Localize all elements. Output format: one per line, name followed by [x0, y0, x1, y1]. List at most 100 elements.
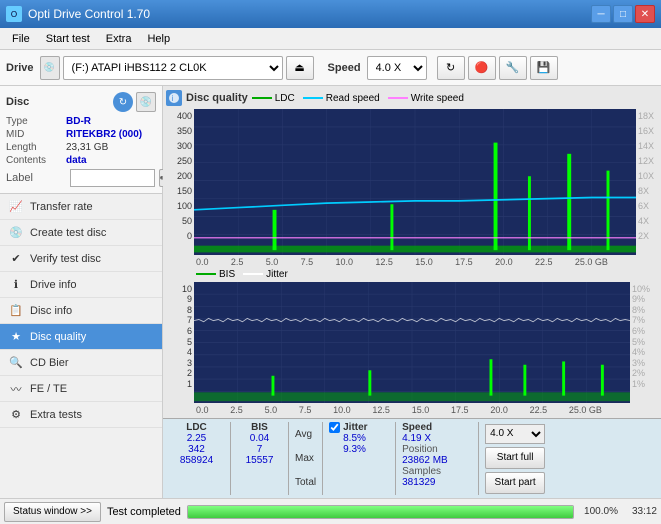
speed-label: Speed	[328, 62, 361, 74]
disc-panel: Disc ↻ 💿 Type BD-R MID RITEKBR2 (000) Le…	[0, 86, 162, 194]
status-bar: Status window >> Test completed 100.0% 3…	[0, 498, 661, 524]
bis-legend: BIS Jitter	[166, 269, 658, 280]
menu-help[interactable]: Help	[139, 31, 178, 47]
max-label: Max	[295, 453, 316, 464]
speed-stats: Speed 4.19 X Position 23862 MB Samples 3…	[402, 422, 472, 495]
legend-ldc-label: LDC	[275, 93, 295, 104]
close-button[interactable]: ✕	[635, 5, 655, 23]
length-key: Length	[6, 142, 66, 153]
ldc-chart-svg	[194, 109, 636, 255]
menu-start-test[interactable]: Start test	[38, 31, 98, 47]
jitter-checkbox[interactable]	[329, 422, 340, 433]
nav-fe-te[interactable]: 〰 FE / TE	[0, 376, 162, 402]
stats-section: LDC 2.25 342 858924 BIS 0.04 7 15557 Avg…	[163, 418, 661, 498]
ldc-total: 858924	[180, 455, 213, 466]
speed-label: Speed	[402, 422, 472, 433]
legend-read-speed: Read speed	[303, 93, 380, 104]
start-full-button[interactable]: Start full	[485, 447, 545, 469]
length-value: 23,31 GB	[66, 142, 108, 153]
nav-disc-quality[interactable]: ★ Disc quality	[0, 324, 162, 350]
create-test-disc-icon: 💿	[8, 225, 24, 241]
status-window-button[interactable]: Status window >>	[4, 502, 101, 522]
ldc-chart-container: 400350300250200150100500	[166, 109, 658, 255]
nav-verify-test-disc[interactable]: ✔ Verify test disc	[0, 246, 162, 272]
bis-avg: 0.04	[250, 433, 269, 444]
position-value: 23862 MB	[402, 455, 472, 466]
disc-panel-title: Disc	[6, 96, 29, 108]
contents-key: Contents	[6, 155, 66, 166]
avg-label: Avg	[295, 429, 316, 440]
bis-y-axis-right: 10%9%8%7%6%5%4%3%2%1%	[630, 282, 658, 403]
ldc-x-axis: 0.02.55.07.510.012.515.017.520.022.525.0…	[196, 257, 608, 267]
nav-cd-bier[interactable]: 🔍 CD Bier	[0, 350, 162, 376]
disc-contents-row: Contents data	[6, 155, 156, 166]
nav-cd-bier-label: CD Bier	[30, 357, 69, 369]
disc-info-icon: 📋	[8, 303, 24, 319]
eject-button[interactable]: ⏏	[286, 56, 314, 80]
minimize-button[interactable]: ─	[591, 5, 611, 23]
ldc-y-axis-right: 18X16X14X12X10X8X6X4X2X	[636, 109, 658, 255]
ldc-max: 342	[188, 444, 205, 455]
bis-stats: BIS 0.04 7 15557	[237, 422, 282, 495]
label-input[interactable]	[70, 169, 155, 187]
nav-fe-te-label: FE / TE	[30, 383, 67, 395]
stats-divider-5	[478, 422, 479, 495]
nav-disc-info[interactable]: 📋 Disc info	[0, 298, 162, 324]
bis-chart-svg	[194, 282, 630, 403]
menu-file[interactable]: File	[4, 31, 38, 47]
ldc-chart	[194, 109, 636, 255]
stats-divider-2	[288, 422, 289, 495]
stats-divider-1	[230, 422, 231, 495]
jitter-max: 9.3%	[329, 444, 389, 455]
legend-write-speed: Write speed	[388, 93, 464, 104]
legend-jitter: Jitter	[243, 269, 288, 280]
drive-select[interactable]: (F:) ATAPI iHBS112 2 CL0K	[63, 56, 283, 80]
legend-ldc: LDC	[252, 93, 295, 104]
speed-dropdown[interactable]: 4.0 X	[485, 424, 545, 444]
burn-button[interactable]: 🔴	[468, 56, 496, 80]
start-part-button[interactable]: Start part	[485, 472, 545, 494]
cd-bier-icon: 🔍	[8, 355, 24, 371]
disc-length-row: Length 23,31 GB	[6, 142, 156, 153]
nav-create-test-disc[interactable]: 💿 Create test disc	[0, 220, 162, 246]
legend-bis: BIS	[196, 269, 235, 280]
extra-tests-icon: ⚙	[8, 407, 24, 423]
legend-jitter-color	[243, 273, 263, 275]
nav-extra-tests[interactable]: ⚙ Extra tests	[0, 402, 162, 428]
bis-chart	[194, 282, 630, 403]
bis-chart-container: 10987654321	[166, 282, 658, 403]
legend-write-speed-label: Write speed	[411, 93, 464, 104]
bis-y-axis-left: 10987654321	[166, 282, 194, 403]
menu-extra[interactable]: Extra	[98, 31, 140, 47]
ldc-stats-header: LDC	[186, 422, 207, 433]
legend-bis-color	[196, 273, 216, 275]
jitter-stats: Jitter 8.5% 9.3%	[329, 422, 389, 495]
disc-mid-row: MID RITEKBR2 (000)	[6, 129, 156, 140]
total-label: Total	[295, 477, 316, 488]
speed-control-col: 4.0 X Start full Start part	[485, 422, 545, 495]
bis-stats-header: BIS	[251, 422, 268, 433]
nav-extra-tests-label: Extra tests	[30, 409, 82, 421]
speed-select[interactable]: 4.0 X	[367, 56, 427, 80]
nav-disc-quality-label: Disc quality	[30, 331, 86, 343]
settings-button[interactable]: 🔧	[499, 56, 527, 80]
maximize-button[interactable]: □	[613, 5, 633, 23]
mid-key: MID	[6, 129, 66, 140]
nav-transfer-rate[interactable]: 📈 Transfer rate	[0, 194, 162, 220]
type-value: BD-R	[66, 116, 91, 127]
drive-cd-icon: 💿	[40, 56, 60, 80]
disc-quality-header: i Disc quality LDC Read speed Write spee…	[166, 89, 658, 107]
contents-value: data	[66, 155, 87, 166]
disc-refresh-icon[interactable]: ↻	[113, 92, 133, 112]
disc-type-row: Type BD-R	[6, 116, 156, 127]
progress-bar	[187, 505, 574, 519]
save-button[interactable]: 💾	[530, 56, 558, 80]
legend-ldc-color	[252, 97, 272, 99]
ldc-stats: LDC 2.25 342 858924	[169, 422, 224, 495]
drive-label: Drive	[6, 62, 34, 74]
chart-title-icon: i	[166, 90, 182, 106]
nav-drive-info[interactable]: ℹ Drive info	[0, 272, 162, 298]
refresh-button[interactable]: ↻	[437, 56, 465, 80]
transfer-rate-icon: 📈	[8, 199, 24, 215]
stats-divider-3	[322, 422, 323, 495]
